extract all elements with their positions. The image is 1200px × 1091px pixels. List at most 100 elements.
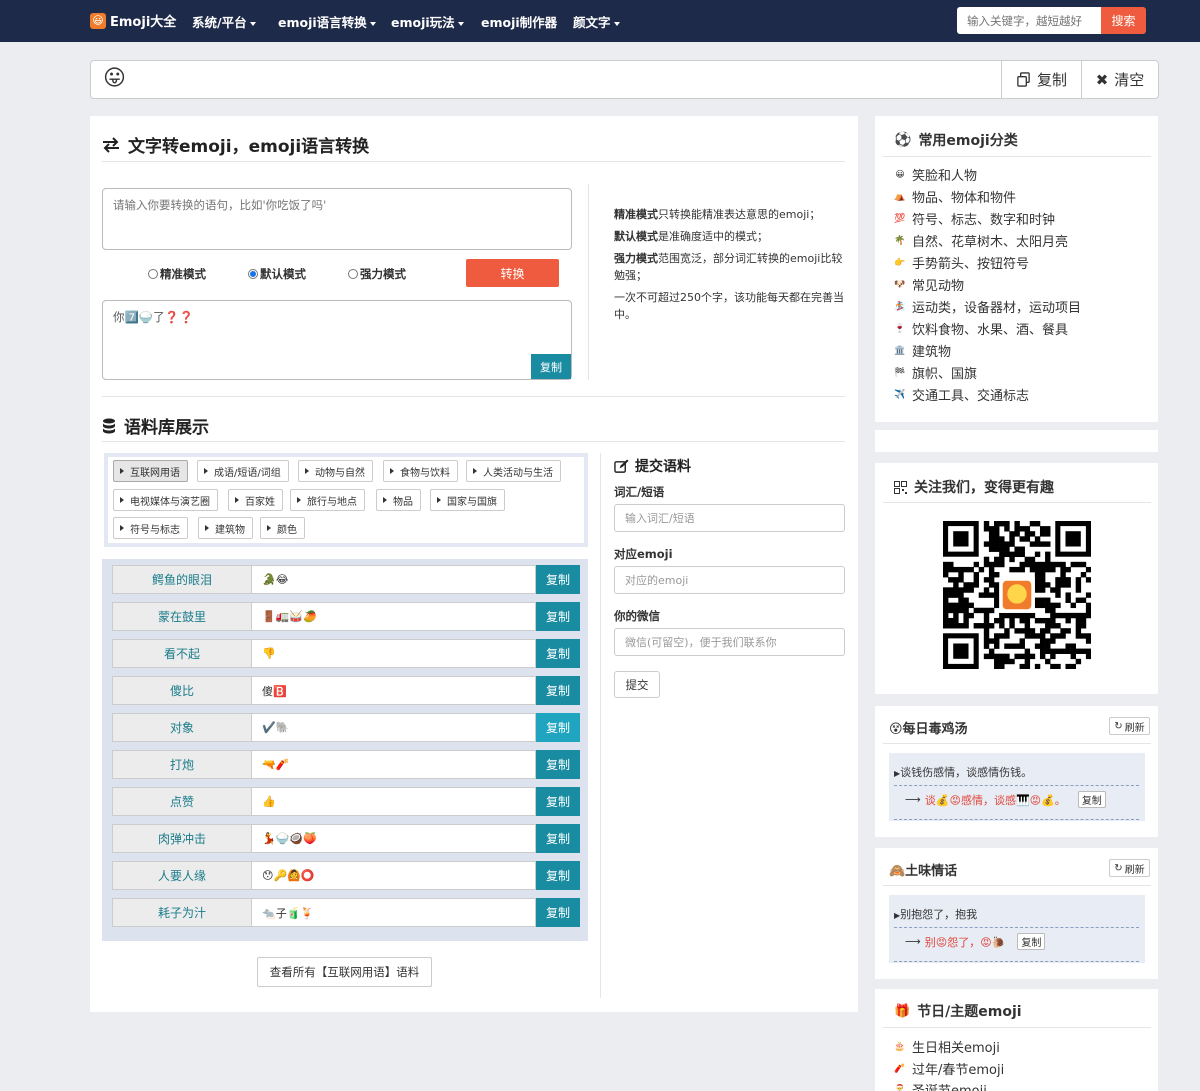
caret-right-icon xyxy=(120,468,124,474)
tag-surnames[interactable]: 百家姓 xyxy=(228,489,283,511)
category-link-flags[interactable]: 🏁 旗帜、国旗 xyxy=(894,363,977,382)
festival-link-birthday[interactable]: 🎂 生日相关emoji xyxy=(894,1037,999,1056)
table-row: 肉弹冲击 💃🍚🥥🍑 复制 xyxy=(112,824,580,853)
tag-countries-flags[interactable]: 国家与国旗 xyxy=(430,489,505,511)
palm-tree-icon: 🌴 xyxy=(894,235,906,246)
follow-us-card: 关注我们，变得更有趣 xyxy=(875,463,1158,694)
divider-vertical xyxy=(600,453,601,998)
caret-right-icon xyxy=(204,468,208,474)
caret-right-icon xyxy=(390,468,394,474)
love-talk-refresh-button[interactable]: ↻ 刷新 xyxy=(1109,859,1150,877)
row-copy-button[interactable]: 复制 xyxy=(536,824,580,853)
clear-button[interactable]: ✖ 清空 xyxy=(1081,61,1158,98)
copy-button[interactable]: 复制 xyxy=(1001,61,1081,98)
radio-dot[interactable] xyxy=(348,269,358,279)
category-link-transport[interactable]: ✈️ 交通工具、交通标志 xyxy=(894,385,1029,404)
tag-colors[interactable]: 颜色 xyxy=(260,517,305,539)
emoji-categories-card: ⚽ 常用emoji分类 😀 笑脸和人物 ⛺ 物品、物体和物件 💯 符号、标志、数字和时… xyxy=(875,116,1158,422)
category-link-gestures[interactable]: 👉 手势箭头、按钮符号 xyxy=(894,253,1029,272)
category-link-nature[interactable]: 🌴 自然、花草树木、太阳月亮 xyxy=(894,231,1068,250)
divider xyxy=(883,156,1151,157)
smiley-icon: 😀 xyxy=(895,169,905,180)
row-copy-button[interactable]: 复制 xyxy=(536,898,580,927)
nav-kaomoji[interactable]: 颜文字 xyxy=(573,12,620,31)
category-link-symbols[interactable]: 💯 符号、标志、数字和时钟 xyxy=(894,209,1055,228)
tag-travel[interactable]: 旅行与地点 xyxy=(290,489,365,511)
refresh-icon: ↻ xyxy=(1114,862,1123,874)
love-emoji-text: 别😡怨了，😡🐌 xyxy=(924,935,1006,949)
divider xyxy=(883,885,1151,886)
search-input[interactable] xyxy=(957,7,1102,34)
tag-food-drink[interactable]: 食物与饮料 xyxy=(383,460,458,482)
caret-down-icon xyxy=(369,21,376,26)
mode-precise-radio[interactable]: 精准模式 xyxy=(148,266,206,282)
exchange-icon xyxy=(103,136,119,153)
radio-dot-selected[interactable] xyxy=(248,269,258,279)
daily-soup-title: 😵每日毒鸡汤 xyxy=(889,722,968,737)
tag-idioms[interactable]: 成语/短语/词组 xyxy=(197,460,289,482)
divider xyxy=(883,743,1151,744)
categories-title: ⚽ 常用emoji分类 xyxy=(894,132,1018,149)
soup-copy-button[interactable]: 复制 xyxy=(1077,791,1106,808)
emoji-input[interactable]: 对应的emoji xyxy=(614,566,845,594)
convert-button[interactable]: 转换 xyxy=(466,259,559,287)
table-row: 耗子为汁 🐀子🧃🍹 复制 xyxy=(112,898,580,927)
divider-vertical xyxy=(588,184,589,380)
category-link-sports[interactable]: 🏂 运动类，设备器材，运动项目 xyxy=(894,297,1081,316)
tag-internet-slang[interactable]: 互联网用语 xyxy=(113,460,188,482)
brand-link[interactable]: 😃 Emoji大全 xyxy=(90,11,176,30)
festival-link-new-year[interactable]: 🧨 过年/春节emoji xyxy=(894,1059,1004,1078)
tag-objects[interactable]: 物品 xyxy=(376,489,421,511)
submit-button[interactable]: 提交 xyxy=(614,671,660,698)
category-link-animals[interactable]: 🐶 常见动物 xyxy=(894,275,964,294)
nav-system-platform[interactable]: 系统/平台 xyxy=(192,12,256,31)
tag-buildings[interactable]: 建筑物 xyxy=(198,517,253,539)
radio-dot[interactable] xyxy=(148,269,158,279)
divider xyxy=(883,502,1151,503)
category-link-smileys[interactable]: 😀 笑脸和人物 xyxy=(894,165,977,184)
tag-activities[interactable]: 人类活动与生活 xyxy=(466,460,561,482)
wechat-qrcode-image xyxy=(943,521,1091,669)
caret-right-icon xyxy=(473,468,477,474)
tag-animals-nature[interactable]: 动物与自然 xyxy=(298,460,373,482)
output-box[interactable]: 你7️⃣🍚了❓❓ xyxy=(102,300,572,380)
corpus-emoji: 🐊😂 xyxy=(252,565,536,594)
row-copy-button[interactable]: 复制 xyxy=(536,713,580,742)
row-copy-button[interactable]: 复制 xyxy=(536,861,580,890)
row-copy-button[interactable]: 复制 xyxy=(536,750,580,779)
output-copy-button[interactable]: 复制 xyxy=(531,354,571,379)
text-input[interactable] xyxy=(102,188,572,250)
corpus-term: 人要人缘 xyxy=(112,861,252,890)
corpus-term: 对象 xyxy=(112,713,252,742)
blank-card xyxy=(875,430,1158,452)
tag-symbols[interactable]: 符号与标志 xyxy=(113,517,188,539)
search-button[interactable]: 搜索 xyxy=(1101,7,1146,34)
row-copy-button[interactable]: 复制 xyxy=(536,787,580,816)
category-link-food[interactable]: 🍷 饮料食物、水果、酒、餐具 xyxy=(894,319,1068,338)
word-input[interactable]: 输入词汇/短语 xyxy=(614,504,845,532)
nav-emoji-play[interactable]: emoji玩法 xyxy=(391,12,464,31)
category-link-buildings[interactable]: 🏛️ 建筑物 xyxy=(894,341,951,360)
corpus-term: 耗子为汁 xyxy=(112,898,252,927)
divider xyxy=(883,1027,1151,1028)
festival-link-christmas[interactable]: 🎅圣诞节emoji xyxy=(894,1080,986,1091)
category-link-objects[interactable]: ⛺ 物品、物体和物件 xyxy=(894,187,1016,206)
brand-name: Emoji大全 xyxy=(110,15,177,30)
row-copy-button[interactable]: 复制 xyxy=(536,639,580,668)
view-all-corpus-button[interactable]: 查看所有【互联网用语】语料 xyxy=(257,957,432,987)
table-row: 看不起 👎 复制 xyxy=(112,639,580,668)
nav-emoji-maker[interactable]: emoji制作器 xyxy=(481,12,557,31)
nav-emoji-language[interactable]: emoji语言转换 xyxy=(278,12,376,31)
converter-title: 文字转emoji，emoji语言转换 xyxy=(102,132,369,157)
tag-tv-media[interactable]: 电视媒体与演艺圈 xyxy=(113,489,218,511)
selected-emoji-display[interactable]: 😛 xyxy=(103,66,126,91)
mode-strong-radio[interactable]: 强力模式 xyxy=(348,266,406,282)
mode-default-radio[interactable]: 默认模式 xyxy=(248,266,306,282)
row-copy-button[interactable]: 复制 xyxy=(536,565,580,594)
wechat-input[interactable]: 微信(可留空)，便于我们联系你 xyxy=(614,628,845,656)
row-copy-button[interactable]: 复制 xyxy=(536,676,580,705)
love-copy-button[interactable]: 复制 xyxy=(1017,933,1046,950)
divider xyxy=(102,161,845,162)
daily-soup-refresh-button[interactable]: ↻ 刷新 xyxy=(1109,717,1150,735)
row-copy-button[interactable]: 复制 xyxy=(536,602,580,631)
